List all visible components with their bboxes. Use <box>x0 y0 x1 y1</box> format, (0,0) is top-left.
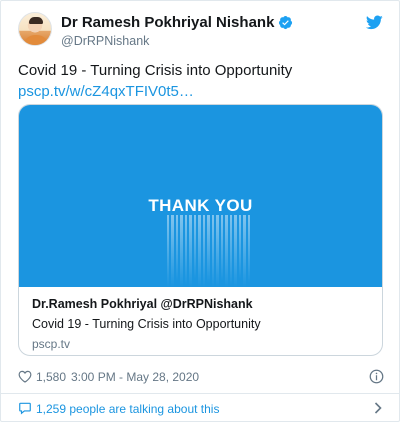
conversation-count-text[interactable]: 1,259 people are talking about this <box>36 402 219 416</box>
author-handle[interactable]: @DrRPNishank <box>61 34 149 48</box>
preview-image: THANK YOU <box>19 105 382 287</box>
conversation-link[interactable]: 1,259 people are talking about this <box>18 400 384 418</box>
tweet-embed-card: Dr Ramesh Pokhriyal Nishank @DrRPNishank… <box>0 0 400 422</box>
link-preview-card[interactable]: THANK YOU Dr.Ramesh Pokhriyal @DrRPNisha… <box>18 104 383 356</box>
avatar[interactable] <box>18 12 52 46</box>
like-count[interactable]: 1,580 <box>36 370 66 384</box>
preview-domain: pscp.tv <box>32 337 71 351</box>
preview-title: Dr.Ramesh Pokhriyal @DrRPNishank <box>32 297 253 311</box>
author-name-row: Dr Ramesh Pokhriyal Nishank <box>61 14 293 31</box>
text-reflection-graphic <box>167 215 250 287</box>
info-icon[interactable] <box>369 369 384 384</box>
tweet-text: Covid 19 - Turning Crisis into Opportuni… <box>18 60 386 102</box>
tweet-body: Covid 19 - Turning Crisis into Opportuni… <box>18 62 293 79</box>
tweet-timestamp[interactable]: 3:00 PM - May 28, 2020 <box>71 370 199 384</box>
twitter-bird-icon[interactable] <box>366 15 383 30</box>
verified-badge-icon <box>279 15 293 30</box>
author-display-name[interactable]: Dr Ramesh Pokhriyal Nishank <box>61 14 274 31</box>
heart-icon[interactable] <box>18 370 32 383</box>
chevron-right-icon[interactable] <box>374 402 382 414</box>
tweet-link[interactable]: pscp.tv/w/cZ4qxTFIV0t5… <box>18 83 194 100</box>
preview-description: Covid 19 - Turning Crisis into Opportuni… <box>32 317 261 331</box>
speech-bubble-icon <box>19 402 31 415</box>
avatar-shoulders <box>23 35 49 45</box>
tweet-meta-row: 1,580 3:00 PM - May 28, 2020 <box>18 368 384 386</box>
avatar-hair <box>29 17 43 24</box>
preview-image-text: THANK YOU <box>148 196 253 215</box>
divider <box>1 393 399 394</box>
